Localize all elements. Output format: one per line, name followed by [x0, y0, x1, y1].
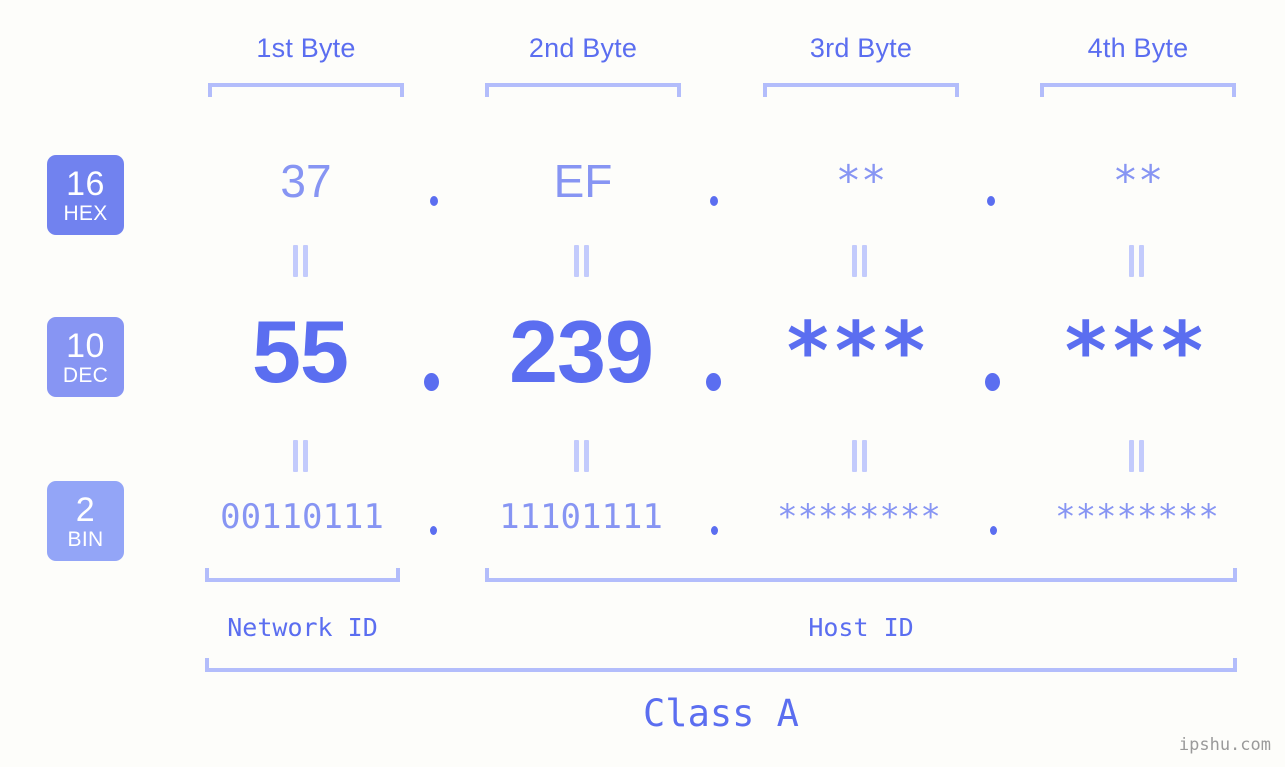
equals-connector-dec-bin-3-icon: [851, 440, 867, 472]
bin-dot-3: [990, 526, 997, 535]
host-id-label: Host ID: [808, 613, 914, 642]
base-badge-bin: 2 BIN: [47, 481, 124, 561]
dec-byte-1: 55: [252, 302, 349, 401]
byte-bracket-4-icon: [1040, 83, 1236, 97]
hex-byte-2: EF: [553, 155, 613, 207]
hex-dot-3: [987, 196, 995, 206]
base-badge-bin-number: 2: [75, 490, 96, 529]
bin-byte-1: 00110111: [220, 497, 384, 537]
dec-dot-3: [985, 373, 1000, 391]
host-id-bracket-icon: [485, 568, 1237, 582]
dec-byte-2: 239: [509, 302, 654, 401]
base-badge-hex-number: 16: [66, 164, 105, 203]
dec-dot-1: [424, 373, 439, 391]
byte-header-3: 3rd Byte: [809, 33, 913, 63]
bin-byte-3: ********: [777, 497, 941, 537]
hex-dot-2: [710, 196, 718, 206]
dec-dot-2: [706, 373, 721, 391]
equals-connector-hex-dec-3-icon: [851, 245, 867, 277]
base-badge-dec-abbr: DEC: [62, 363, 109, 387]
base-badge-hex: 16 HEX: [47, 155, 124, 235]
hex-byte-1: 37: [280, 155, 332, 207]
byte-bracket-2-icon: [485, 83, 681, 97]
dec-byte-3: ***: [783, 305, 929, 398]
network-id-label: Network ID: [227, 613, 378, 642]
class-bracket-icon: [205, 658, 1237, 672]
bin-byte-2: 11101111: [499, 497, 663, 537]
base-badge-hex-abbr: HEX: [63, 201, 108, 225]
hex-dot-1: [430, 196, 438, 206]
bin-dot-1: [430, 526, 437, 535]
dec-byte-4: ***: [1061, 305, 1207, 398]
class-label: Class A: [643, 692, 799, 735]
byte-header-4: 4th Byte: [1087, 33, 1189, 63]
hex-byte-3: **: [835, 156, 887, 205]
base-badge-dec: 10 DEC: [47, 317, 124, 397]
equals-connector-hex-dec-4-icon: [1128, 245, 1144, 277]
equals-connector-dec-bin-4-icon: [1128, 440, 1144, 472]
base-badge-bin-abbr: BIN: [67, 527, 104, 551]
byte-header-1: 1st Byte: [256, 33, 356, 63]
equals-connector-dec-bin-1-icon: [292, 440, 308, 472]
byte-bracket-1-icon: [208, 83, 404, 97]
bin-dot-2: [711, 526, 718, 535]
byte-header-2: 2nd Byte: [528, 33, 638, 63]
site-watermark: ipshu.com: [1178, 735, 1271, 755]
byte-bracket-3-icon: [763, 83, 959, 97]
base-badge-dec-number: 10: [66, 326, 105, 365]
equals-connector-hex-dec-1-icon: [292, 245, 308, 277]
hex-byte-4: **: [1112, 156, 1164, 205]
equals-connector-dec-bin-2-icon: [573, 440, 589, 472]
network-id-bracket-icon: [205, 568, 400, 582]
ip-address-breakdown-diagram: 1st Byte 2nd Byte 3rd Byte 4th Byte 16 H…: [0, 0, 1285, 767]
equals-connector-hex-dec-2-icon: [573, 245, 589, 277]
bin-byte-4: ********: [1055, 497, 1219, 537]
